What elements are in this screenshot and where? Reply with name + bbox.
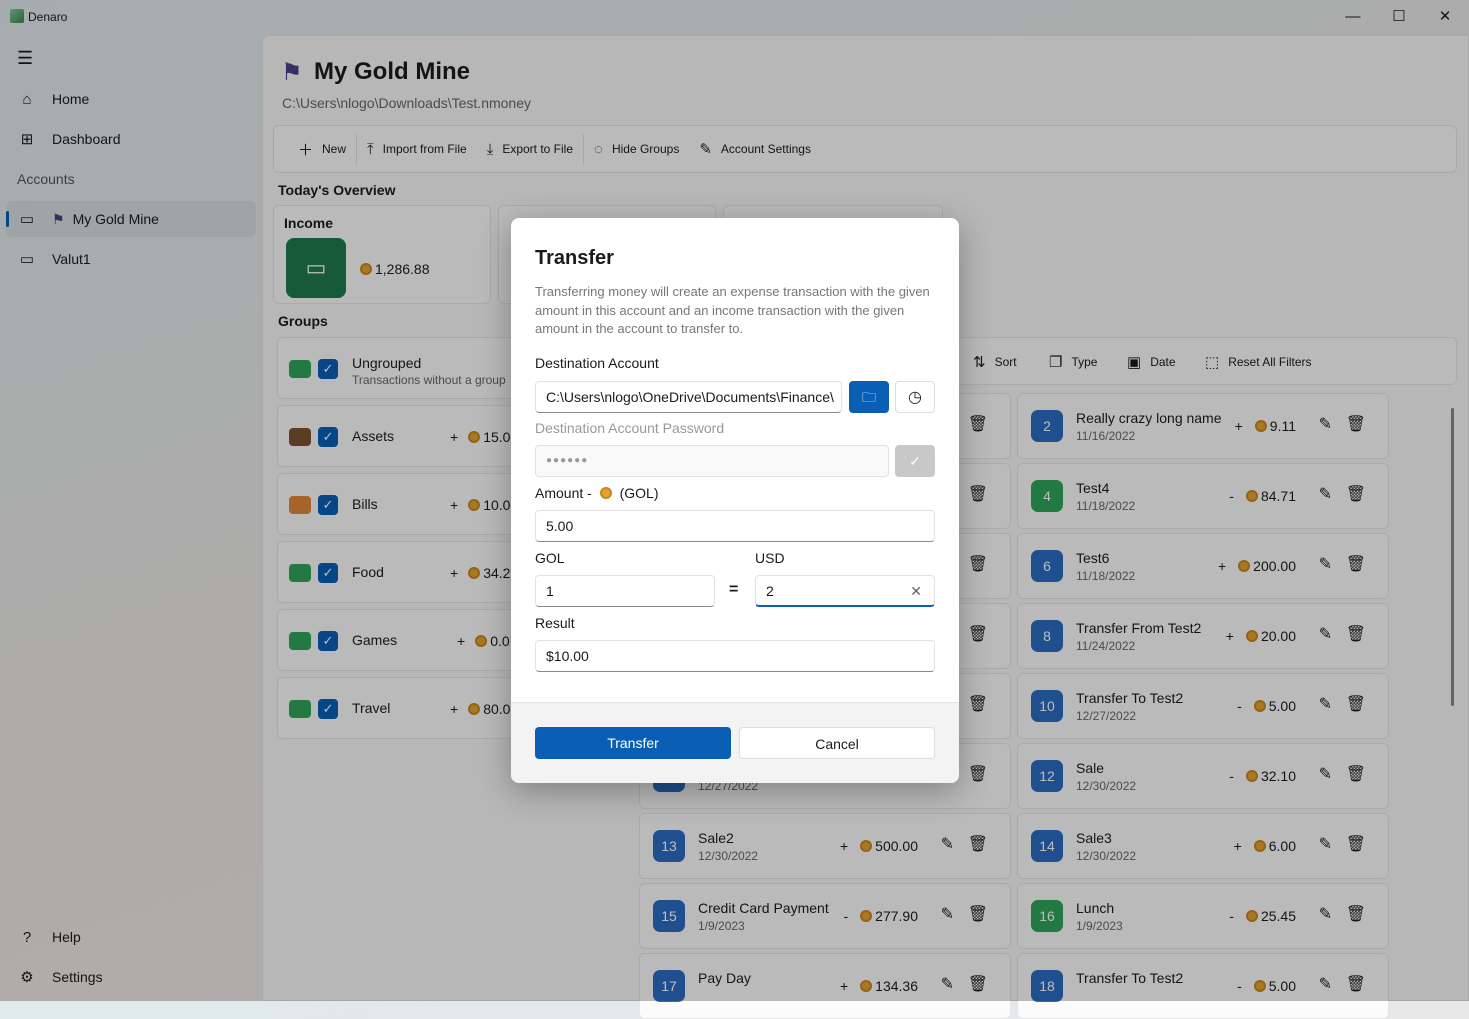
browse-folder-button[interactable]: 🗀	[849, 381, 889, 413]
from-rate-input[interactable]: 1	[535, 575, 715, 607]
clock-icon: ◷	[908, 389, 922, 406]
clear-icon[interactable]: ✕	[910, 576, 922, 605]
transfer-dialog: Transfer Transferring money will create …	[511, 218, 959, 783]
cancel-button[interactable]: Cancel	[739, 727, 935, 759]
dialog-footer: Transfer Cancel	[511, 702, 959, 783]
amount-label: Amount - (GOL)	[535, 485, 658, 501]
from-currency-label: GOL	[535, 550, 565, 566]
recent-accounts-button[interactable]: ◷	[895, 381, 935, 413]
result-field: $10.00	[535, 640, 935, 672]
amount-input[interactable]: 5.00	[535, 510, 935, 542]
check-icon: ✓	[909, 453, 921, 469]
dialog-title: Transfer	[535, 247, 614, 269]
to-rate-input[interactable]: 2 ✕	[755, 575, 935, 607]
destination-label: Destination Account	[535, 355, 659, 371]
value: 2	[766, 583, 774, 599]
folder-icon: 🗀	[862, 389, 876, 405]
unlock-button[interactable]: ✓	[895, 445, 935, 477]
coin-icon	[599, 487, 612, 499]
dialog-description: Transferring money will create an expens…	[535, 284, 930, 336]
equals-sign: =	[729, 581, 739, 598]
destination-account-input[interactable]: C:\Users\nlogo\OneDrive\Documents\Financ…	[535, 381, 842, 413]
password-input[interactable]: ●●●●●●	[535, 445, 889, 477]
result-label: Result	[535, 615, 575, 631]
label-prefix: Amount -	[535, 485, 592, 501]
transfer-button[interactable]: Transfer	[535, 727, 731, 759]
password-label: Destination Account Password	[535, 420, 725, 436]
label-suffix: (GOL)	[619, 485, 659, 501]
to-currency-label: USD	[755, 550, 785, 566]
